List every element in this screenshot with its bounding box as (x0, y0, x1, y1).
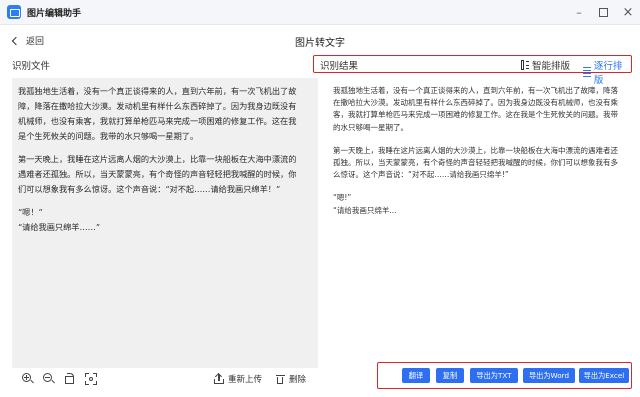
reupload-button[interactable]: 重新上传 (213, 373, 262, 385)
line-layout-icon (583, 67, 591, 77)
result-paragraph: 第一天晚上，我睡在这片远离人烟的大沙漠上，比靠一块船板在大海中漂流的遇难者还孤独… (333, 145, 618, 180)
rotate-icon[interactable] (63, 372, 77, 386)
export-word-button[interactable]: 导出为Word (523, 368, 575, 383)
result-paragraph: “嗯!” (333, 193, 352, 203)
delete-button[interactable]: 删除 (275, 373, 306, 385)
window-controls: – × (573, 0, 634, 25)
minimize-icon[interactable]: – (573, 6, 585, 19)
reupload-label: 重新上传 (227, 375, 262, 385)
image-paragraph: 我孤独地生活着，没有一个真正谈得来的人，直到六年前，有一次飞机出了故障，降落在撒… (18, 86, 297, 141)
translate-button[interactable]: 翻译 (402, 368, 430, 383)
close-icon[interactable]: × (622, 6, 634, 19)
image-toolbar: 重新上传 删除 (12, 369, 318, 389)
image-paragraph: “嗯！” (18, 207, 43, 217)
title-bar: 图片编辑助手 – × (0, 0, 640, 25)
source-image-text: 我孤独地生活着，没有一个真正谈得来的人，直到六年前，有一次飞机出了故障，降落在撒… (18, 84, 302, 235)
zoom-out-icon[interactable] (42, 372, 56, 386)
nav-bar: 返回 图片转文字 (0, 25, 640, 55)
action-button-bar: 翻译 复制 导出为TXT 导出为Word 导出为Excel (377, 362, 632, 389)
result-heading: 识别结果 (320, 61, 359, 72)
delete-label: 删除 (288, 375, 306, 385)
result-paragraph: 我孤独地生活着，没有一个真正谈得来的人，直到六年前，有一次飞机出了故障，降落在撒… (333, 86, 618, 132)
page-title: 图片转文字 (295, 38, 345, 49)
smart-layout-option[interactable]: 智能排版 (521, 58, 570, 72)
export-excel-button[interactable]: 导出为Excel (579, 368, 629, 383)
trash-icon (275, 374, 285, 384)
result-text[interactable]: 我孤独地生活着，没有一个真正谈得来的人，直到六年前，有一次飞机出了故障，降落在撒… (333, 85, 625, 217)
source-file-heading: 识别文件 (12, 61, 51, 72)
image-paragraph: 第一天晚上，我睡在这片远离人烟的大沙漠上，比靠一块船板在大海中漂流的遇难者还孤独… (18, 154, 297, 194)
fit-screen-icon[interactable] (84, 372, 98, 386)
app-title: 图片编辑助手 (27, 8, 82, 19)
copy-button[interactable]: 复制 (436, 368, 464, 383)
app-logo-icon (7, 5, 21, 19)
maximize-icon[interactable] (599, 8, 608, 17)
export-txt-button[interactable]: 导出为TXT (470, 368, 518, 383)
smart-layout-icon (521, 60, 529, 70)
zoom-in-icon[interactable] (21, 372, 35, 386)
image-paragraph: “请给我画只绵羊……” (18, 222, 101, 232)
smart-layout-label: 智能排版 (532, 61, 571, 72)
result-paragraph: “请给我画只绵羊... (333, 205, 397, 215)
result-header: 识别结果 智能排版 逐行排版 (313, 55, 632, 86)
upload-icon (213, 374, 224, 384)
